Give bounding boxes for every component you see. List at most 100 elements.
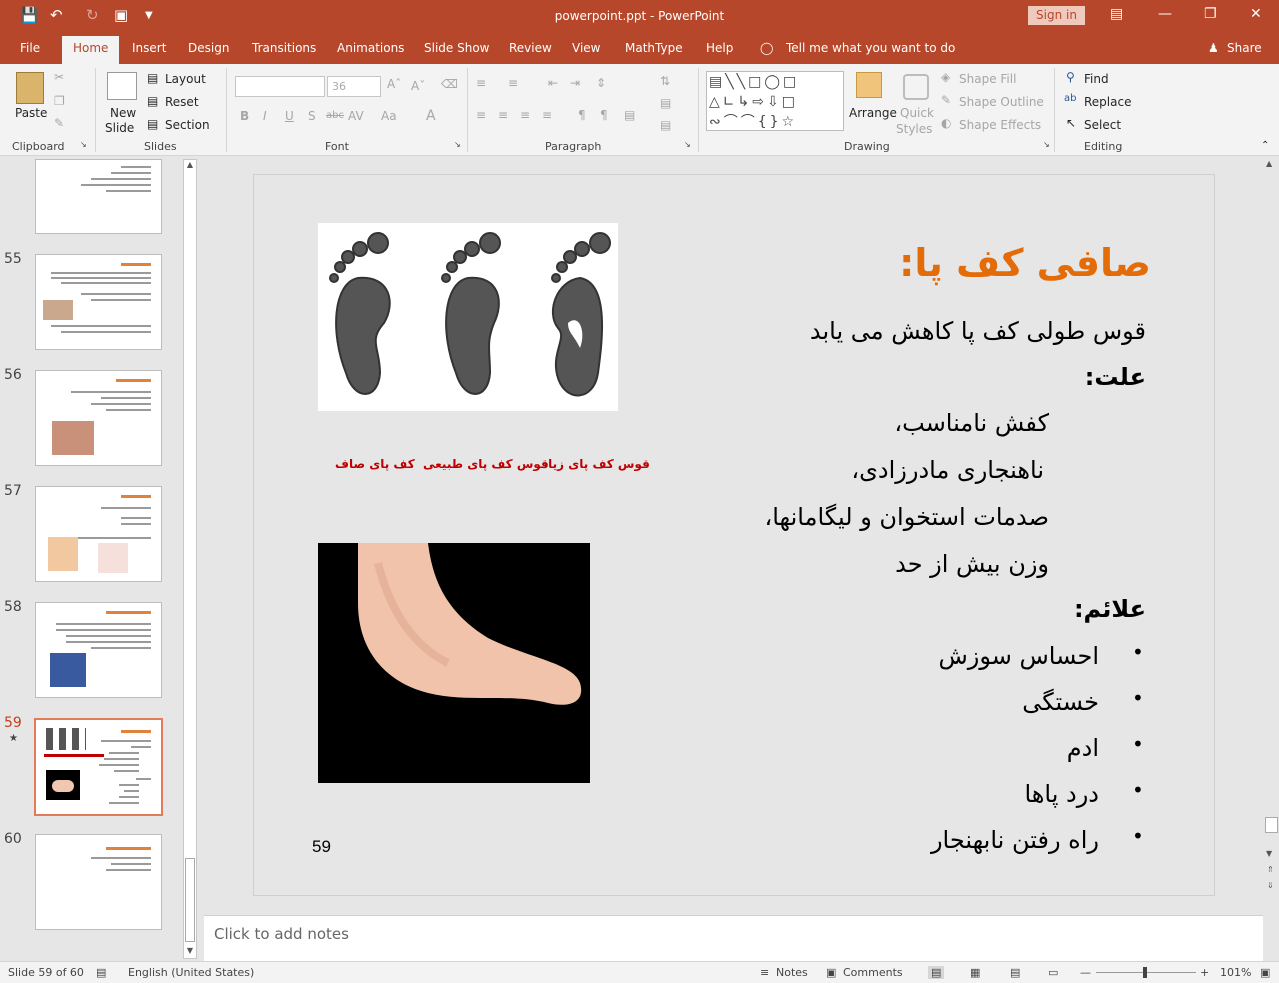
- comments-button[interactable]: Comments: [843, 966, 903, 979]
- tab-view[interactable]: View: [572, 41, 600, 55]
- drawing-launcher-icon[interactable]: ↘: [1043, 140, 1050, 149]
- shape-fill-button[interactable]: Shape Fill: [959, 72, 1016, 86]
- clipboard-launcher-icon[interactable]: ↘: [80, 140, 87, 149]
- slide-thumbnail[interactable]: [35, 834, 162, 930]
- next-slide-icon[interactable]: ⇓: [1267, 881, 1274, 890]
- slide-thumbnail[interactable]: [35, 159, 162, 234]
- zoom-in-icon[interactable]: +: [1200, 966, 1209, 979]
- slide-thumbnail[interactable]: [35, 486, 162, 582]
- text-direction-icon[interactable]: ⇅: [660, 74, 670, 88]
- increase-indent-icon[interactable]: ⇥: [570, 76, 580, 90]
- new-slide-button[interactable]: New: [110, 106, 136, 120]
- share-icon[interactable]: ♟: [1208, 41, 1219, 55]
- rtl-icon[interactable]: ¶: [578, 108, 586, 122]
- paragraph-launcher-icon[interactable]: ↘: [684, 140, 691, 149]
- columns-icon[interactable]: ▤: [624, 108, 635, 122]
- quick-styles-icon[interactable]: [903, 74, 929, 100]
- align-left-icon[interactable]: ≡: [476, 108, 486, 122]
- slide-thumbnail[interactable]: [35, 370, 162, 466]
- minimize-icon[interactable]: —: [1158, 6, 1172, 22]
- editor-scrollbar[interactable]: ▲ ▼ ⇑ ⇓: [1264, 157, 1279, 961]
- layout-button[interactable]: Layout: [165, 72, 206, 86]
- bullets-icon[interactable]: ≡: [476, 76, 486, 90]
- zoom-slider-thumb[interactable]: [1143, 967, 1147, 978]
- strikethrough-icon[interactable]: abc: [326, 110, 344, 121]
- tab-review[interactable]: Review: [509, 41, 552, 55]
- scroll-up-icon[interactable]: ▲: [184, 160, 196, 174]
- tab-insert[interactable]: Insert: [132, 41, 166, 55]
- thumbnail-scrollbar[interactable]: ▲ ▼: [183, 159, 197, 959]
- slide-thumbnail[interactable]: [35, 602, 162, 698]
- find-button[interactable]: Find: [1084, 72, 1109, 86]
- zoom-level[interactable]: 101%: [1220, 966, 1251, 979]
- scroll-thumb[interactable]: [185, 858, 195, 942]
- arrange-icon[interactable]: [856, 72, 882, 98]
- smartart-icon[interactable]: ▤: [660, 118, 671, 132]
- increase-font-icon[interactable]: Aˆ: [387, 77, 401, 91]
- tell-me-search[interactable]: Tell me what you want to do: [786, 41, 955, 55]
- tab-transitions[interactable]: Transitions: [252, 41, 316, 55]
- ribbon-display-icon[interactable]: ▤: [1110, 6, 1123, 22]
- select-button[interactable]: Select: [1084, 118, 1121, 132]
- paste-button[interactable]: Paste: [15, 106, 47, 120]
- tab-design[interactable]: Design: [188, 41, 229, 55]
- slide-thumbnail[interactable]: [35, 254, 162, 350]
- tab-slide-show[interactable]: Slide Show: [424, 41, 489, 55]
- shape-outline-button[interactable]: Shape Outline: [959, 95, 1044, 109]
- slide-canvas[interactable]: قوس کف پای زیاد قوس کف پای طبیعی کف پای …: [253, 174, 1215, 896]
- format-painter-icon[interactable]: ✎: [54, 116, 64, 130]
- replace-button[interactable]: Replace: [1084, 95, 1131, 109]
- tab-file[interactable]: File: [20, 41, 40, 55]
- zoom-out-icon[interactable]: —: [1080, 966, 1091, 979]
- italic-icon[interactable]: I: [263, 109, 267, 123]
- decrease-indent-icon[interactable]: ⇤: [548, 76, 558, 90]
- shape-effects-button[interactable]: Shape Effects: [959, 118, 1041, 132]
- tab-mathtype[interactable]: MathType: [625, 41, 683, 55]
- share-button[interactable]: Share: [1227, 41, 1262, 55]
- previous-slide-icon[interactable]: ⇑: [1267, 865, 1274, 874]
- scroll-thumb[interactable]: [1265, 817, 1278, 833]
- quick-styles-button[interactable]: Quick: [900, 106, 934, 120]
- section-button[interactable]: Section: [165, 118, 210, 132]
- cut-icon[interactable]: ✂: [54, 70, 64, 84]
- slide-sorter-icon[interactable]: ▦: [970, 966, 980, 979]
- normal-view-icon[interactable]: ▤: [928, 966, 945, 979]
- reading-view-icon[interactable]: ▤: [1010, 966, 1020, 979]
- justify-icon[interactable]: ≡: [542, 108, 552, 122]
- decrease-font-icon[interactable]: Aˇ: [411, 79, 425, 93]
- tab-home[interactable]: Home: [62, 36, 120, 64]
- restore-icon[interactable]: ❐: [1204, 6, 1217, 22]
- ltr-icon[interactable]: ¶: [600, 108, 608, 122]
- new-slide-icon[interactable]: [107, 72, 137, 100]
- close-icon[interactable]: ✕: [1250, 6, 1262, 22]
- notes-pane[interactable]: Click to add notes: [204, 915, 1263, 961]
- tab-animations[interactable]: Animations: [337, 41, 404, 55]
- quick-styles-button-line2[interactable]: Styles: [896, 122, 932, 136]
- line-spacing-icon[interactable]: ⇕: [596, 76, 606, 90]
- new-slide-button-line2[interactable]: Slide: [105, 121, 134, 135]
- copy-icon[interactable]: ❐: [54, 94, 65, 108]
- reset-button[interactable]: Reset: [165, 95, 199, 109]
- scroll-down-icon[interactable]: ▼: [1266, 849, 1272, 858]
- shapes-gallery[interactable]: ▤╲╲□◯□ △∟↳⇨⇩□ ∾⌒⌒{}☆: [706, 71, 844, 131]
- font-launcher-icon[interactable]: ↘: [454, 140, 461, 149]
- notes-placeholder[interactable]: Click to add notes: [214, 925, 349, 943]
- change-case-icon[interactable]: Aa: [381, 109, 397, 123]
- arrange-button[interactable]: Arrange: [849, 106, 897, 120]
- font-color-icon[interactable]: A: [426, 108, 436, 124]
- notes-button[interactable]: Notes: [776, 966, 808, 979]
- char-spacing-icon[interactable]: AV: [348, 109, 364, 123]
- slide-show-icon[interactable]: ▭: [1048, 966, 1058, 979]
- align-right-icon[interactable]: ≡: [520, 108, 530, 122]
- slide-thumbnail-selected[interactable]: [34, 718, 163, 816]
- paste-icon[interactable]: [16, 72, 44, 104]
- clear-formatting-icon[interactable]: ⌫: [441, 77, 458, 91]
- spell-check-icon[interactable]: ▤: [96, 966, 106, 979]
- font-name-dropdown[interactable]: [235, 76, 325, 97]
- align-text-icon[interactable]: ▤: [660, 96, 671, 110]
- bold-icon[interactable]: B: [240, 109, 249, 123]
- scroll-down-icon[interactable]: ▼: [184, 946, 196, 958]
- tab-help[interactable]: Help: [706, 41, 733, 55]
- sign-in-button[interactable]: Sign in: [1028, 6, 1085, 25]
- language[interactable]: English (United States): [128, 966, 254, 979]
